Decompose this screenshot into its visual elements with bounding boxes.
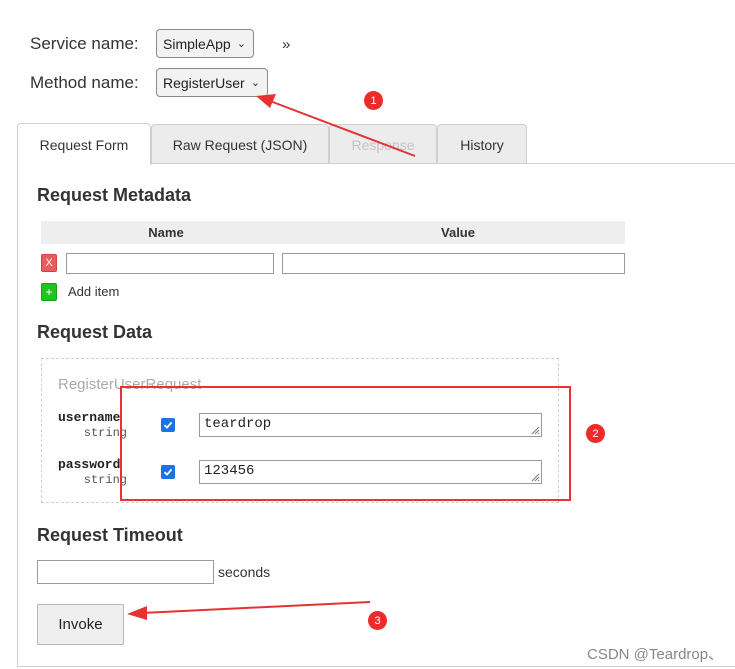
- annotation-badge-1: 1: [364, 91, 383, 110]
- tab-request-form[interactable]: Request Form: [17, 123, 151, 165]
- annotation-badge-3: 3: [368, 611, 387, 630]
- arrow-head-3: [127, 606, 147, 620]
- watermark: CSDN @Teardrop、: [587, 646, 724, 663]
- arrow-line-3: [141, 601, 371, 614]
- tab-label: Request Form: [39, 136, 129, 153]
- annotation-badge-2: 2: [586, 424, 605, 443]
- arrow-head-1: [256, 94, 276, 108]
- arrow-line-1: [269, 100, 416, 157]
